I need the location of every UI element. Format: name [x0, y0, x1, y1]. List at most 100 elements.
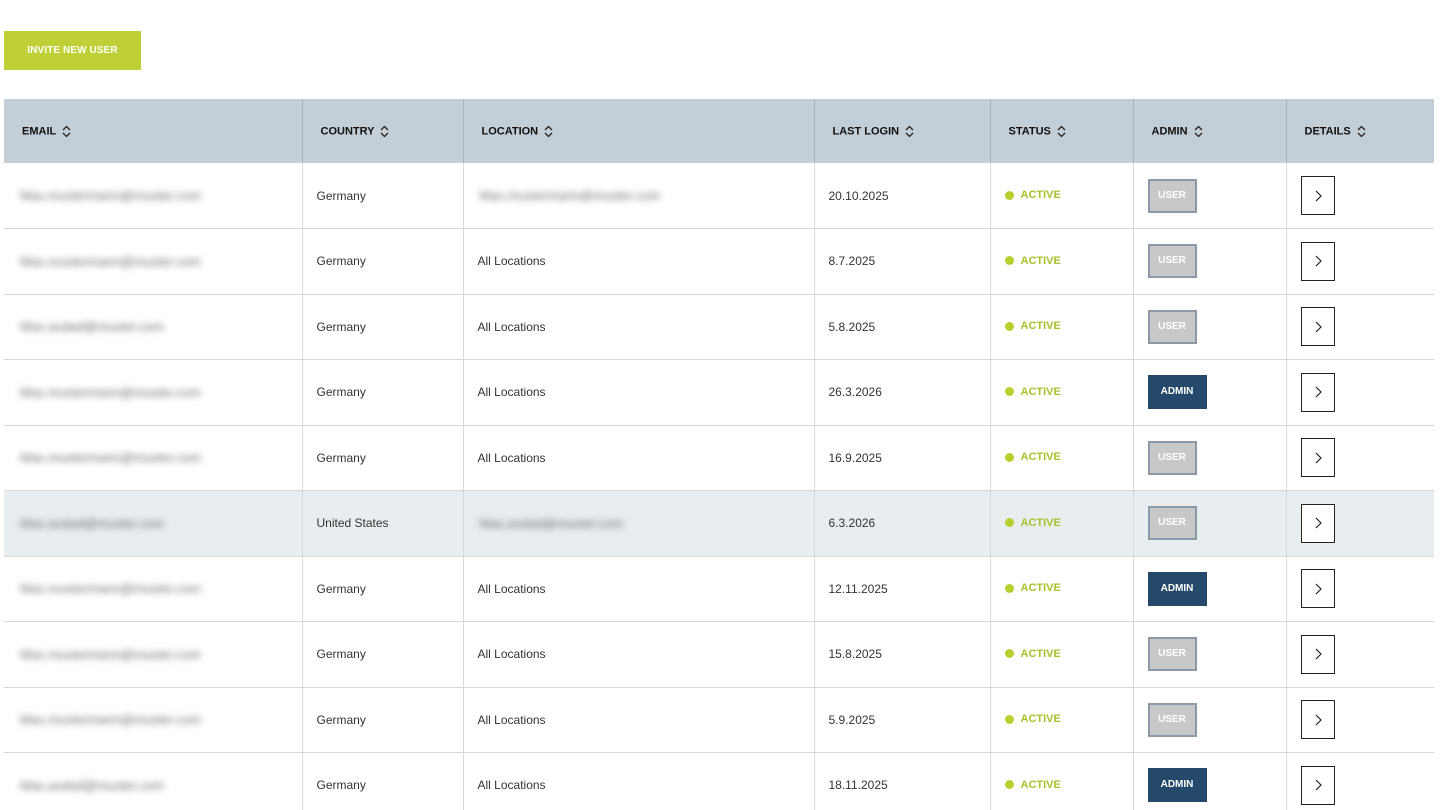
role-badge[interactable]: USER [1147, 178, 1197, 213]
invite-new-user-button[interactable]: INVITE NEW USER [4, 31, 141, 70]
email-cell: Max.mustermann@muster.com [4, 556, 303, 622]
last-login-cell: 12.11.2025 [814, 556, 991, 622]
column-header-last-login[interactable]: LAST LOGIN [814, 99, 991, 163]
status-badge: ACTIVE [1004, 255, 1061, 267]
details-button[interactable] [1300, 634, 1335, 674]
status-dot-icon [1004, 256, 1014, 266]
details-button[interactable] [1300, 700, 1335, 740]
email-cell: Max.mustermann@muster.com [4, 228, 303, 294]
details-button[interactable] [1300, 307, 1335, 347]
country-value: Germany [316, 450, 366, 465]
status-cell: ACTIVE [990, 359, 1134, 425]
chevron-right-icon [1315, 583, 1322, 595]
chevron-right-icon [1315, 452, 1322, 464]
table-row: Max.mustermann@muster.com Germany All Lo… [4, 621, 1434, 687]
details-cell [1286, 556, 1434, 622]
last-login-cell: 16.9.2025 [814, 425, 991, 491]
status-label: ACTIVE [1020, 713, 1061, 726]
status-cell: ACTIVE [990, 425, 1134, 491]
last-login-value: 15.8.2025 [828, 647, 882, 662]
country-value: Germany [316, 188, 366, 203]
status-dot-icon [1004, 518, 1014, 528]
details-cell [1286, 294, 1434, 360]
last-login-cell: 8.7.2025 [814, 228, 991, 294]
chevron-right-icon [1315, 386, 1322, 398]
location-value: All Locations [477, 254, 546, 269]
column-header-label: LAST LOGIN [832, 124, 900, 137]
column-header-details[interactable]: DETAILS [1286, 99, 1434, 163]
table-header: EMAIL COUNTRY LOCATION LAST LOGIN STATUS… [4, 99, 1434, 163]
role-badge[interactable]: ADMIN [1147, 571, 1207, 606]
role-badge[interactable]: USER [1147, 637, 1197, 672]
location-cell: All Locations [463, 228, 815, 294]
column-header-location[interactable]: LOCATION [463, 99, 815, 163]
status-badge: ACTIVE [1004, 713, 1061, 726]
users-table: EMAIL COUNTRY LOCATION LAST LOGIN STATUS… [4, 99, 1434, 810]
details-button[interactable] [1300, 372, 1335, 412]
sort-icon [1357, 125, 1366, 137]
role-badge[interactable]: USER [1147, 309, 1197, 344]
country-value: Germany [316, 385, 366, 400]
role-badge[interactable]: ADMIN [1147, 768, 1207, 803]
role-badge[interactable]: ADMIN [1147, 375, 1207, 410]
location-value: All Locations [477, 385, 546, 400]
column-header-admin[interactable]: ADMIN [1133, 99, 1287, 163]
details-button[interactable] [1300, 438, 1335, 478]
last-login-cell: 20.10.2025 [814, 163, 991, 229]
last-login-value: 18.11.2025 [828, 778, 888, 793]
role-badge[interactable]: USER [1147, 702, 1197, 737]
role-badge[interactable]: USER [1147, 440, 1197, 475]
email-cell: Max.axdad@muster.com [4, 490, 303, 556]
status-label: ACTIVE [1020, 647, 1061, 660]
country-value: Germany [316, 712, 366, 727]
location-value: All Locations [477, 319, 546, 334]
details-cell [1286, 491, 1434, 557]
status-badge: ACTIVE [1004, 451, 1061, 463]
status-badge: ACTIVE [1004, 386, 1061, 398]
country-cell: Germany [302, 687, 464, 753]
details-button[interactable] [1300, 569, 1335, 609]
column-header-country[interactable]: COUNTRY [302, 99, 464, 163]
location-cell: All Locations [463, 359, 815, 425]
status-cell: ACTIVE [990, 687, 1134, 753]
details-cell [1286, 229, 1434, 295]
table-row: Max.axdad@muster.com United States Max.a… [4, 490, 1434, 557]
status-dot-icon [1004, 387, 1014, 397]
status-cell: ACTIVE [990, 163, 1134, 229]
details-button[interactable] [1300, 765, 1335, 805]
column-header-label: COUNTRY [320, 124, 375, 137]
country-cell: Germany [302, 359, 464, 425]
location-value: All Locations [477, 450, 546, 465]
last-login-value: 6.3.2026 [828, 516, 876, 531]
role-cell: USER [1133, 687, 1287, 753]
last-login-cell: 5.9.2025 [814, 687, 991, 753]
status-dot-icon [1004, 321, 1014, 331]
details-button[interactable] [1300, 503, 1335, 543]
status-label: ACTIVE [1020, 320, 1061, 333]
country-cell: Germany [302, 425, 464, 491]
email-cell: Max.mustermann@muster.com [4, 687, 303, 753]
country-cell: Germany [302, 228, 464, 294]
column-header-status[interactable]: STATUS [990, 99, 1134, 163]
table-row: Max.axdad@muster.com Germany All Locatio… [4, 752, 1434, 810]
last-login-value: 5.9.2025 [828, 712, 876, 727]
role-badge[interactable]: USER [1147, 244, 1197, 279]
country-cell: United States [302, 490, 464, 556]
details-button[interactable] [1300, 176, 1335, 215]
status-cell: ACTIVE [990, 228, 1134, 294]
status-badge: ACTIVE [1004, 779, 1061, 791]
table-row: Max.mustermann@muster.com Germany All Lo… [4, 228, 1434, 295]
country-value: Germany [316, 319, 366, 334]
email-value: Max.mustermann@muster.com [20, 646, 201, 662]
location-cell: All Locations [463, 621, 815, 687]
location-cell: All Locations [463, 294, 815, 360]
details-button[interactable] [1300, 241, 1335, 281]
role-badge[interactable]: USER [1147, 506, 1197, 541]
email-value: Max.mustermann@muster.com [20, 581, 201, 597]
column-header-email[interactable]: EMAIL [4, 99, 303, 163]
location-cell: All Locations [463, 687, 815, 753]
location-value: All Locations [477, 712, 546, 727]
table-body: Max.mustermann@muster.com Germany Max.mu… [4, 163, 1434, 810]
location-value: All Locations [477, 647, 546, 662]
sort-icon [1194, 125, 1203, 137]
